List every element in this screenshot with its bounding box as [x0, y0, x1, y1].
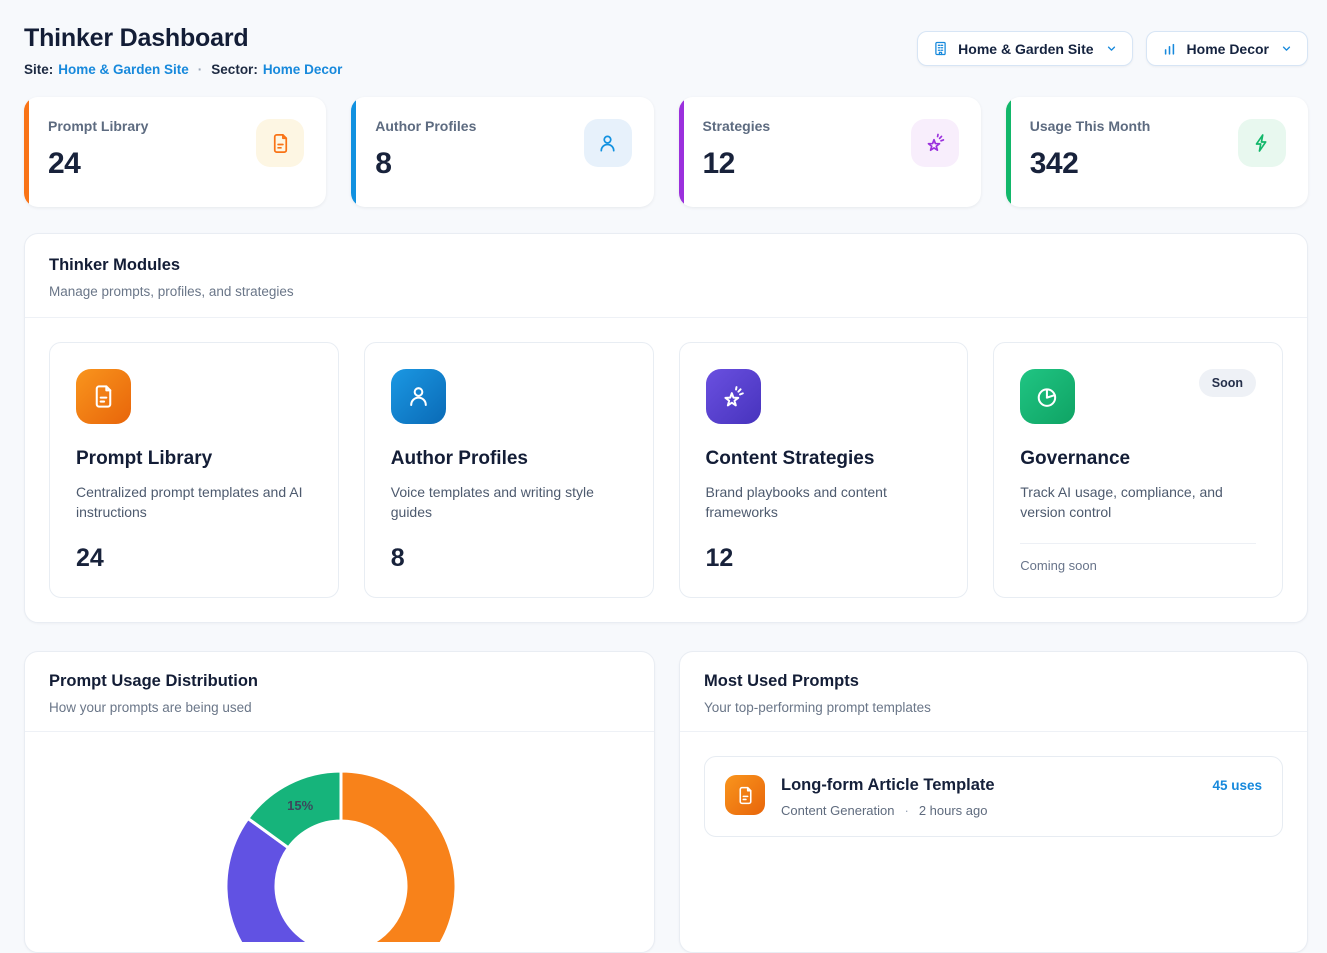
- module-description: Brand playbooks and content frameworks: [706, 482, 942, 523]
- chevron-down-icon: [1105, 42, 1118, 55]
- module-count: 24: [76, 544, 312, 573]
- stat-card-prompt-library: Prompt Library 24: [24, 97, 326, 207]
- meta-separator: ·: [904, 803, 908, 818]
- prompt-meta: Content Generation · 2 hours ago: [781, 803, 1196, 818]
- module-description: Centralized prompt templates and AI inst…: [76, 482, 312, 523]
- stats-row: Prompt Library 24 Author Profiles 8: [24, 97, 1308, 207]
- stat-text: Strategies 12: [703, 118, 771, 207]
- stat-label: Prompt Library: [48, 118, 148, 134]
- donut-slice-label: 15%: [287, 798, 313, 813]
- module-description: Track AI usage, compliance, and version …: [1020, 482, 1256, 523]
- panel-subtitle: Manage prompts, profiles, and strategies: [49, 284, 1283, 299]
- prompt-uses-badge: 45 uses: [1212, 778, 1262, 793]
- modules-panel-header: Thinker Modules Manage prompts, profiles…: [25, 234, 1307, 318]
- soon-badge: Soon: [1199, 369, 1256, 397]
- sector-selector-dropdown[interactable]: Home Decor: [1146, 31, 1308, 66]
- module-title: Governance: [1020, 448, 1256, 470]
- breadcrumb-separator: ·: [198, 62, 203, 77]
- modules-grid: Prompt Library Centralized prompt templa…: [25, 318, 1307, 622]
- sector-selector-label: Home Decor: [1187, 41, 1269, 57]
- module-footnote: Coming soon: [1020, 543, 1256, 573]
- module-card-prompt-library[interactable]: Prompt Library Centralized prompt templa…: [49, 342, 339, 598]
- prompt-category: Content Generation: [781, 803, 894, 818]
- module-count: 8: [391, 544, 627, 573]
- donut-chart-svg: 15%: [25, 732, 656, 942]
- thinker-modules-panel: Thinker Modules Manage prompts, profiles…: [24, 233, 1308, 623]
- panel-title: Prompt Usage Distribution: [49, 672, 630, 691]
- header-left: Thinker Dashboard Site: Home & Garden Si…: [24, 24, 342, 77]
- pie-chart-icon: [1020, 369, 1075, 424]
- stat-text: Author Profiles 8: [375, 118, 476, 207]
- module-description: Voice templates and writing style guides: [391, 482, 627, 523]
- building-icon: [932, 40, 949, 57]
- module-top: Soon: [1020, 369, 1256, 424]
- prompt-usage-card: Prompt Usage Distribution How your promp…: [24, 651, 655, 953]
- panel-subtitle: How your prompts are being used: [49, 700, 630, 715]
- stat-text: Usage This Month 342: [1030, 118, 1151, 207]
- site-selector-dropdown[interactable]: Home & Garden Site: [917, 31, 1132, 66]
- user-icon: [584, 119, 632, 167]
- site-label: Site:: [24, 62, 53, 77]
- module-card-author-profiles[interactable]: Author Profiles Voice templates and writ…: [364, 342, 654, 598]
- site-selector-label: Home & Garden Site: [958, 41, 1093, 57]
- chevron-down-icon: [1280, 42, 1293, 55]
- module-top: [706, 369, 942, 424]
- sector-link[interactable]: Home Decor: [263, 62, 343, 77]
- header-selectors: Home & Garden Site Home Decor: [917, 31, 1308, 66]
- document-icon: [256, 119, 304, 167]
- prompt-time: 2 hours ago: [919, 803, 988, 818]
- panel-subtitle: Your top-performing prompt templates: [704, 700, 1283, 715]
- stat-label: Author Profiles: [375, 118, 476, 134]
- document-icon: [725, 775, 765, 815]
- stat-text: Prompt Library 24: [48, 118, 148, 207]
- thinker-dashboard-page: Thinker Dashboard Site: Home & Garden Si…: [0, 0, 1327, 953]
- module-card-content-strategies[interactable]: Content Strategies Brand playbooks and c…: [679, 342, 969, 598]
- module-count: 12: [706, 544, 942, 573]
- stat-value: 8: [375, 147, 476, 181]
- stat-card-usage: Usage This Month 342: [1006, 97, 1308, 207]
- module-title: Prompt Library: [76, 448, 312, 470]
- breadcrumb: Site: Home & Garden Site · Sector: Home …: [24, 62, 342, 77]
- module-card-governance[interactable]: Soon Governance Track AI usage, complian…: [993, 342, 1283, 598]
- panel-title: Most Used Prompts: [704, 672, 1283, 691]
- panel-title: Thinker Modules: [49, 256, 1283, 275]
- stat-value: 12: [703, 147, 771, 181]
- usage-card-header: Prompt Usage Distribution How your promp…: [25, 652, 654, 732]
- prompt-list: Long-form Article Template Content Gener…: [680, 732, 1307, 861]
- module-title: Content Strategies: [706, 448, 942, 470]
- user-icon: [391, 369, 446, 424]
- bottom-grid: Prompt Usage Distribution How your promp…: [24, 651, 1308, 953]
- module-title: Author Profiles: [391, 448, 627, 470]
- stat-value: 342: [1030, 147, 1151, 181]
- site-link[interactable]: Home & Garden Site: [58, 62, 189, 77]
- bar-chart-icon: [1161, 40, 1178, 57]
- prompt-list-item[interactable]: Long-form Article Template Content Gener…: [704, 756, 1283, 837]
- stat-card-strategies: Strategies 12: [679, 97, 981, 207]
- sector-label: Sector:: [211, 62, 258, 77]
- prompts-card-header: Most Used Prompts Your top-performing pr…: [680, 652, 1307, 732]
- stat-value: 24: [48, 147, 148, 181]
- document-icon: [76, 369, 131, 424]
- sparkle-star-icon: [706, 369, 761, 424]
- prompt-title: Long-form Article Template: [781, 776, 1196, 795]
- donut-chart: 15%: [25, 732, 654, 942]
- stat-card-author-profiles: Author Profiles 8: [351, 97, 653, 207]
- stat-label: Usage This Month: [1030, 118, 1151, 134]
- sparkle-star-icon: [911, 119, 959, 167]
- most-used-prompts-card: Most Used Prompts Your top-performing pr…: [679, 651, 1308, 953]
- module-top: [391, 369, 627, 424]
- lightning-icon: [1238, 119, 1286, 167]
- module-top: [76, 369, 312, 424]
- topbar: Thinker Dashboard Site: Home & Garden Si…: [24, 24, 1308, 77]
- page-title: Thinker Dashboard: [24, 24, 342, 53]
- prompt-info: Long-form Article Template Content Gener…: [781, 775, 1196, 818]
- stat-label: Strategies: [703, 118, 771, 134]
